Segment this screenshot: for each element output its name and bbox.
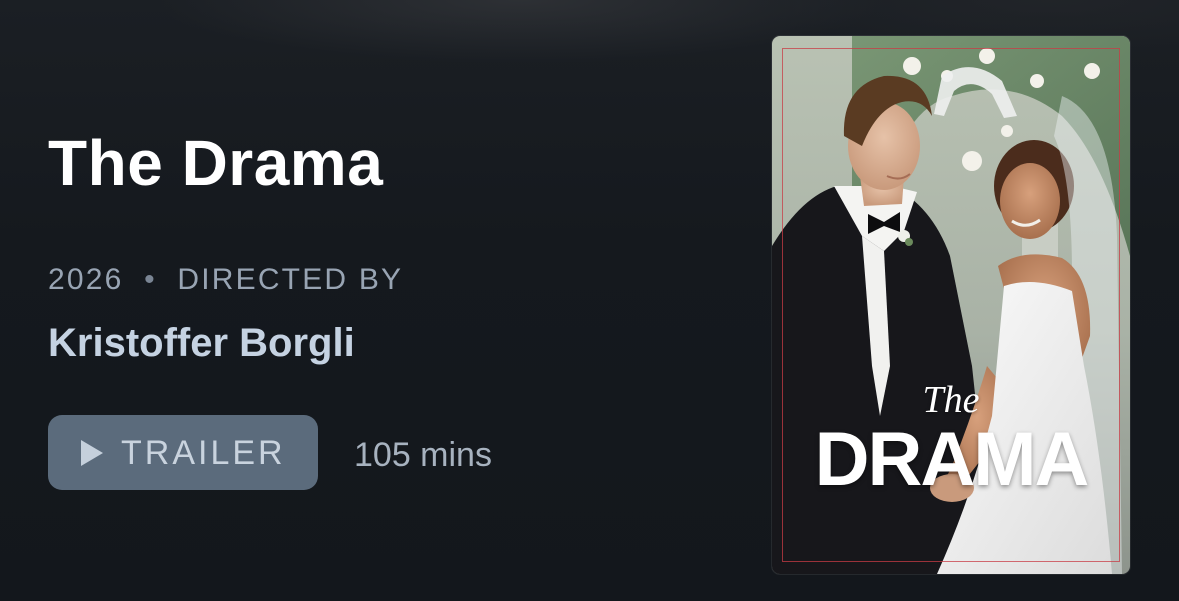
poster-title-small: The — [922, 379, 980, 421]
trailer-button-label: TRAILER — [121, 433, 286, 472]
director-name[interactable]: Kristoffer Borgli — [48, 320, 355, 366]
runtime: 105 mins — [354, 436, 492, 474]
directed-by-label: DIRECTED BY — [177, 263, 404, 296]
movie-title: The Drama — [48, 127, 384, 199]
meta-separator: • — [144, 263, 157, 296]
movie-poster[interactable]: The DRAMA — [772, 36, 1130, 574]
release-year: 2026 — [48, 263, 124, 296]
poster-title-large: DRAMA — [814, 417, 1090, 502]
trailer-button[interactable]: TRAILER — [48, 415, 318, 490]
play-icon — [81, 439, 103, 466]
movie-meta-line: 2026 • DIRECTED BY — [48, 262, 403, 298]
movie-info-panel: The Drama 2026 • DIRECTED BY Kristoffer … — [48, 0, 728, 601]
